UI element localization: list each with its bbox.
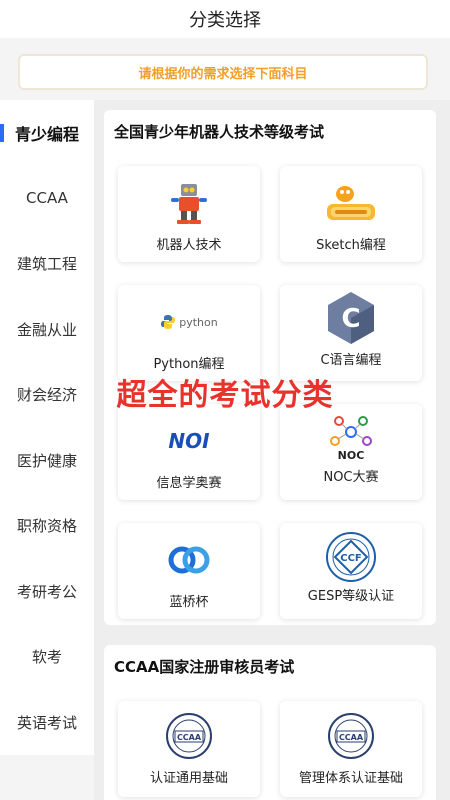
ccaa-letters: CCAA: [339, 733, 364, 742]
card-label: Sketch编程: [316, 238, 386, 253]
card-sketch-programming[interactable]: Sketch编程: [280, 166, 422, 262]
card-label: 蓝桥杯: [169, 595, 209, 610]
page-title: 分类选择: [0, 0, 450, 38]
section-robot-exam: 全国青少年机器人技术等级考试 机器人技术 Sketch编程 python Pyt…: [104, 110, 436, 625]
card-label: 认证通用基础: [149, 771, 228, 786]
card-certification-basics[interactable]: CCAA 认证通用基础: [118, 701, 260, 797]
sidebar-item-ccaa[interactable]: CCAA: [0, 166, 94, 232]
card-c-programming[interactable]: C C语言编程: [280, 285, 422, 381]
card-label: Python编程: [153, 357, 225, 372]
sidebar-item-english[interactable]: 英语考试: [0, 690, 94, 756]
card-label: GESP等级认证: [307, 589, 395, 604]
sidebar-item-postgrad-civil[interactable]: 考研考公: [0, 559, 94, 625]
noc-icon: NOC: [321, 412, 381, 464]
section-title: CCAA国家注册审核员考试: [114, 657, 295, 676]
card-robot-tech[interactable]: 机器人技术: [118, 166, 260, 262]
sidebar-item-youth-programming[interactable]: 青少编程: [0, 100, 94, 166]
card-gesp-certification[interactable]: CCF GESP等级认证: [280, 523, 422, 619]
sidebar-item-software-exam[interactable]: 软考: [0, 624, 94, 690]
robot-icon: [159, 180, 219, 226]
noi-wordmark: NOI: [168, 429, 210, 453]
ccaa-letters: CCAA: [177, 733, 202, 742]
noi-icon: NOI: [159, 418, 219, 464]
notice-bar: 请根据你的需求选择下面科目: [0, 38, 450, 100]
sidebar-footer-space: [0, 755, 94, 800]
section-ccaa-exam: CCAA国家注册审核员考试 CCAA 认证通用基础 CCAA 管理体系认证基础: [104, 645, 436, 800]
ccf-letters: CCF: [340, 553, 362, 564]
card-management-system-basics[interactable]: CCAA 管理体系认证基础: [280, 701, 422, 797]
card-label: NOC大赛: [323, 470, 379, 485]
sidebar-item-accounting[interactable]: 财会经济: [0, 362, 94, 428]
notice-text: 请根据你的需求选择下面科目: [18, 54, 428, 90]
noc-wordmark: NOC: [337, 448, 365, 462]
category-sidebar: 青少编程 CCAA 建筑工程 金融从业 财会经济 医护健康 职称资格 考研考公 …: [0, 100, 94, 755]
card-python-programming[interactable]: python Python编程: [118, 285, 260, 381]
python-wordmark: python: [179, 315, 218, 329]
section-title: 全国青少年机器人技术等级考试: [114, 122, 325, 141]
python-icon: python: [149, 299, 229, 345]
card-label: C语言编程: [320, 353, 382, 368]
c-language-icon: C: [321, 291, 381, 345]
card-label: 管理体系认证基础: [298, 771, 403, 786]
card-label: 机器人技术: [156, 238, 222, 253]
ccaa-icon: CCAA: [321, 711, 381, 761]
card-lanqiao-cup[interactable]: 蓝桥杯: [118, 523, 260, 619]
ccf-icon: CCF: [321, 531, 381, 583]
sidebar-item-title-qualification[interactable]: 职称资格: [0, 493, 94, 559]
c-letter: C: [341, 304, 360, 334]
content-panel: 全国青少年机器人技术等级考试 机器人技术 Sketch编程 python Pyt…: [94, 100, 450, 800]
lanqiao-icon: [159, 537, 219, 583]
ccaa-icon: CCAA: [159, 711, 219, 761]
sidebar-item-medical[interactable]: 医护健康: [0, 428, 94, 494]
scratch-icon: [321, 180, 381, 226]
sidebar-item-finance[interactable]: 金融从业: [0, 297, 94, 363]
sidebar-item-construction[interactable]: 建筑工程: [0, 231, 94, 297]
card-noc-contest[interactable]: NOC NOC大赛: [280, 404, 422, 500]
card-label: 信息学奥赛: [156, 476, 222, 491]
card-informatics-olympiad[interactable]: NOI 信息学奥赛: [118, 404, 260, 500]
